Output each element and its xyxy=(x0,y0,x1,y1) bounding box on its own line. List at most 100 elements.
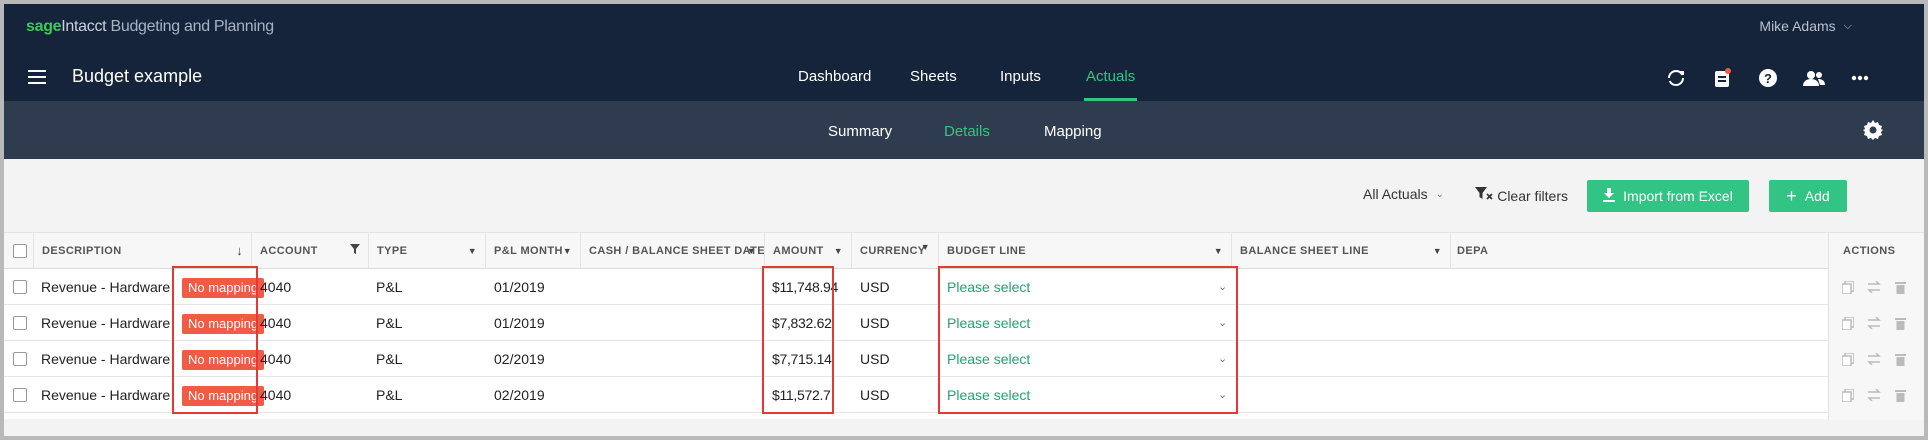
nav-sheets[interactable]: Sheets xyxy=(910,68,957,85)
budget-line-select[interactable]: Please select xyxy=(947,341,1030,377)
svg-text:?: ? xyxy=(1764,71,1772,86)
nav-dashboard[interactable]: Dashboard xyxy=(798,68,871,85)
trash-icon[interactable] xyxy=(1893,316,1907,330)
col-currency[interactable]: CURRENCY ▼ xyxy=(851,233,938,269)
swap-icon[interactable] xyxy=(1867,352,1881,366)
gear-icon[interactable] xyxy=(1862,119,1884,141)
cell-description: Revenue - Hardware xyxy=(41,387,171,403)
cell-type: P&L xyxy=(376,351,403,367)
row-checkbox[interactable] xyxy=(13,316,27,330)
cell-account: 4040 xyxy=(260,315,292,331)
filter-clear-icon xyxy=(1475,187,1493,204)
chevron-down-icon[interactable]: ⌄ xyxy=(1218,269,1227,305)
dropdown-triangle-icon[interactable]: ▼ xyxy=(468,233,477,269)
sub-nav-bar: Summary Details Mapping xyxy=(4,101,1924,159)
copy-icon[interactable] xyxy=(1841,280,1855,294)
users-icon[interactable] xyxy=(1802,66,1826,90)
col-cash-balance-date[interactable]: CASH / BALANCE SHEET DATE ▼ xyxy=(580,233,764,269)
user-name: Mike Adams xyxy=(1759,18,1836,34)
cell-currency: USD xyxy=(860,279,890,295)
col-type[interactable]: TYPE ▼ xyxy=(368,233,485,269)
col-account-label: ACCOUNT xyxy=(260,245,318,257)
cell-amount: $7,832.62 xyxy=(772,315,832,331)
cell-account: 4040 xyxy=(260,387,292,403)
cell-currency: USD xyxy=(860,387,890,403)
table-toolbar: All Actuals ⌄ Clear filters Import from … xyxy=(1324,180,1924,212)
app-frame: sageIntacct Budgeting and Planning Mike … xyxy=(4,4,1924,436)
col-pl-month[interactable]: P&L MONTH ▼ xyxy=(485,233,580,269)
cell-currency: USD xyxy=(860,315,890,331)
col-currency-label: CURRENCY xyxy=(860,245,926,257)
copy-icon[interactable] xyxy=(1841,388,1855,402)
cell-pl-month: 02/2019 xyxy=(494,351,545,367)
chevron-down-icon[interactable]: ⌄ xyxy=(1218,341,1227,377)
col-department[interactable]: DEPA xyxy=(1450,233,1490,269)
brand-sage: sage xyxy=(26,18,62,35)
col-department-label: DEPA xyxy=(1457,245,1489,257)
table-row[interactable]: Revenue - Hardware No mapping 4040 P&L 0… xyxy=(4,269,1924,305)
dropdown-triangle-icon[interactable]: ▼ xyxy=(921,233,930,265)
row-checkbox[interactable] xyxy=(13,280,27,294)
cell-description: Revenue - Hardware xyxy=(41,279,171,295)
actions-column: ACTIONS xyxy=(1828,233,1924,420)
clear-filters-button[interactable]: Clear filters xyxy=(1475,187,1568,204)
table-row[interactable]: Revenue - Hardware No mapping 4040 P&L 0… xyxy=(4,341,1924,377)
filter-funnel-icon[interactable] xyxy=(350,233,360,269)
trash-icon[interactable] xyxy=(1893,388,1907,402)
dropdown-triangle-icon[interactable]: ▼ xyxy=(1214,233,1223,269)
dropdown-triangle-icon[interactable]: ▼ xyxy=(563,233,572,269)
col-balance-sheet-line-label: BALANCE SHEET LINE xyxy=(1240,245,1369,257)
col-description-label: DESCRIPTION xyxy=(42,245,122,257)
brand-intacct: Intacct xyxy=(61,18,107,35)
add-label: Add xyxy=(1804,188,1830,204)
col-balance-sheet-line[interactable]: BALANCE SHEET LINE ▼ xyxy=(1231,233,1450,269)
actuals-filter-select[interactable]: All Actuals ⌄ xyxy=(1363,186,1444,202)
brand-product: Budgeting and Planning xyxy=(110,18,274,35)
cell-pl-month: 01/2019 xyxy=(494,315,545,331)
subnav-summary[interactable]: Summary xyxy=(828,123,892,140)
swap-icon[interactable] xyxy=(1867,316,1881,330)
add-button[interactable]: + Add xyxy=(1769,180,1847,212)
dropdown-triangle-icon[interactable]: ▼ xyxy=(834,233,843,269)
clipboard-icon[interactable] xyxy=(1710,66,1734,90)
row-checkbox[interactable] xyxy=(13,388,27,402)
sort-arrow-icon[interactable]: ↓ xyxy=(236,233,243,269)
refresh-icon[interactable] xyxy=(1664,66,1688,90)
swap-icon[interactable] xyxy=(1867,280,1881,294)
more-icon[interactable] xyxy=(1848,66,1872,90)
import-label: Import from Excel xyxy=(1623,188,1733,204)
dropdown-triangle-icon[interactable]: ▼ xyxy=(1433,233,1442,269)
trash-icon[interactable] xyxy=(1893,352,1907,366)
subnav-mapping[interactable]: Mapping xyxy=(1044,123,1102,140)
budget-line-select[interactable]: Please select xyxy=(947,377,1030,413)
table-row[interactable]: Revenue - Hardware No mapping 4040 P&L 0… xyxy=(4,377,1924,413)
chevron-down-icon[interactable]: ⌄ xyxy=(1218,377,1227,413)
dropdown-triangle-icon[interactable]: ▼ xyxy=(747,233,756,269)
nav-actuals[interactable]: Actuals xyxy=(1083,68,1138,101)
cell-account: 4040 xyxy=(260,279,292,295)
help-icon[interactable]: ? xyxy=(1756,66,1780,90)
select-all-checkbox[interactable] xyxy=(13,244,27,258)
copy-icon[interactable] xyxy=(1841,352,1855,366)
swap-icon[interactable] xyxy=(1867,388,1881,402)
budget-line-select[interactable]: Please select xyxy=(947,269,1030,305)
chevron-down-icon: ⌄ xyxy=(1435,188,1444,200)
copy-icon[interactable] xyxy=(1841,316,1855,330)
top-icons: ? xyxy=(1664,66,1924,90)
import-from-excel-button[interactable]: Import from Excel xyxy=(1587,180,1749,212)
budget-line-select[interactable]: Please select xyxy=(947,305,1030,341)
col-account[interactable]: ACCOUNT xyxy=(251,233,368,269)
chevron-down-icon[interactable]: ⌄ xyxy=(1218,305,1227,341)
col-amount[interactable]: AMOUNT ▼ xyxy=(764,233,851,269)
cell-type: P&L xyxy=(376,279,403,295)
subnav-details[interactable]: Details xyxy=(944,123,990,140)
col-description[interactable]: DESCRIPTION ↓ xyxy=(33,233,251,269)
nav-inputs[interactable]: Inputs xyxy=(1000,68,1041,85)
user-menu[interactable]: Mike Adams ⌵ xyxy=(1759,18,1852,34)
col-budget-line[interactable]: BUDGET LINE ▼ xyxy=(938,233,1231,269)
no-mapping-badge: No mapping xyxy=(182,314,265,334)
trash-icon[interactable] xyxy=(1893,280,1907,294)
cell-account: 4040 xyxy=(260,351,292,367)
row-checkbox[interactable] xyxy=(13,352,27,366)
table-row[interactable]: Revenue - Hardware No mapping 4040 P&L 0… xyxy=(4,305,1924,341)
